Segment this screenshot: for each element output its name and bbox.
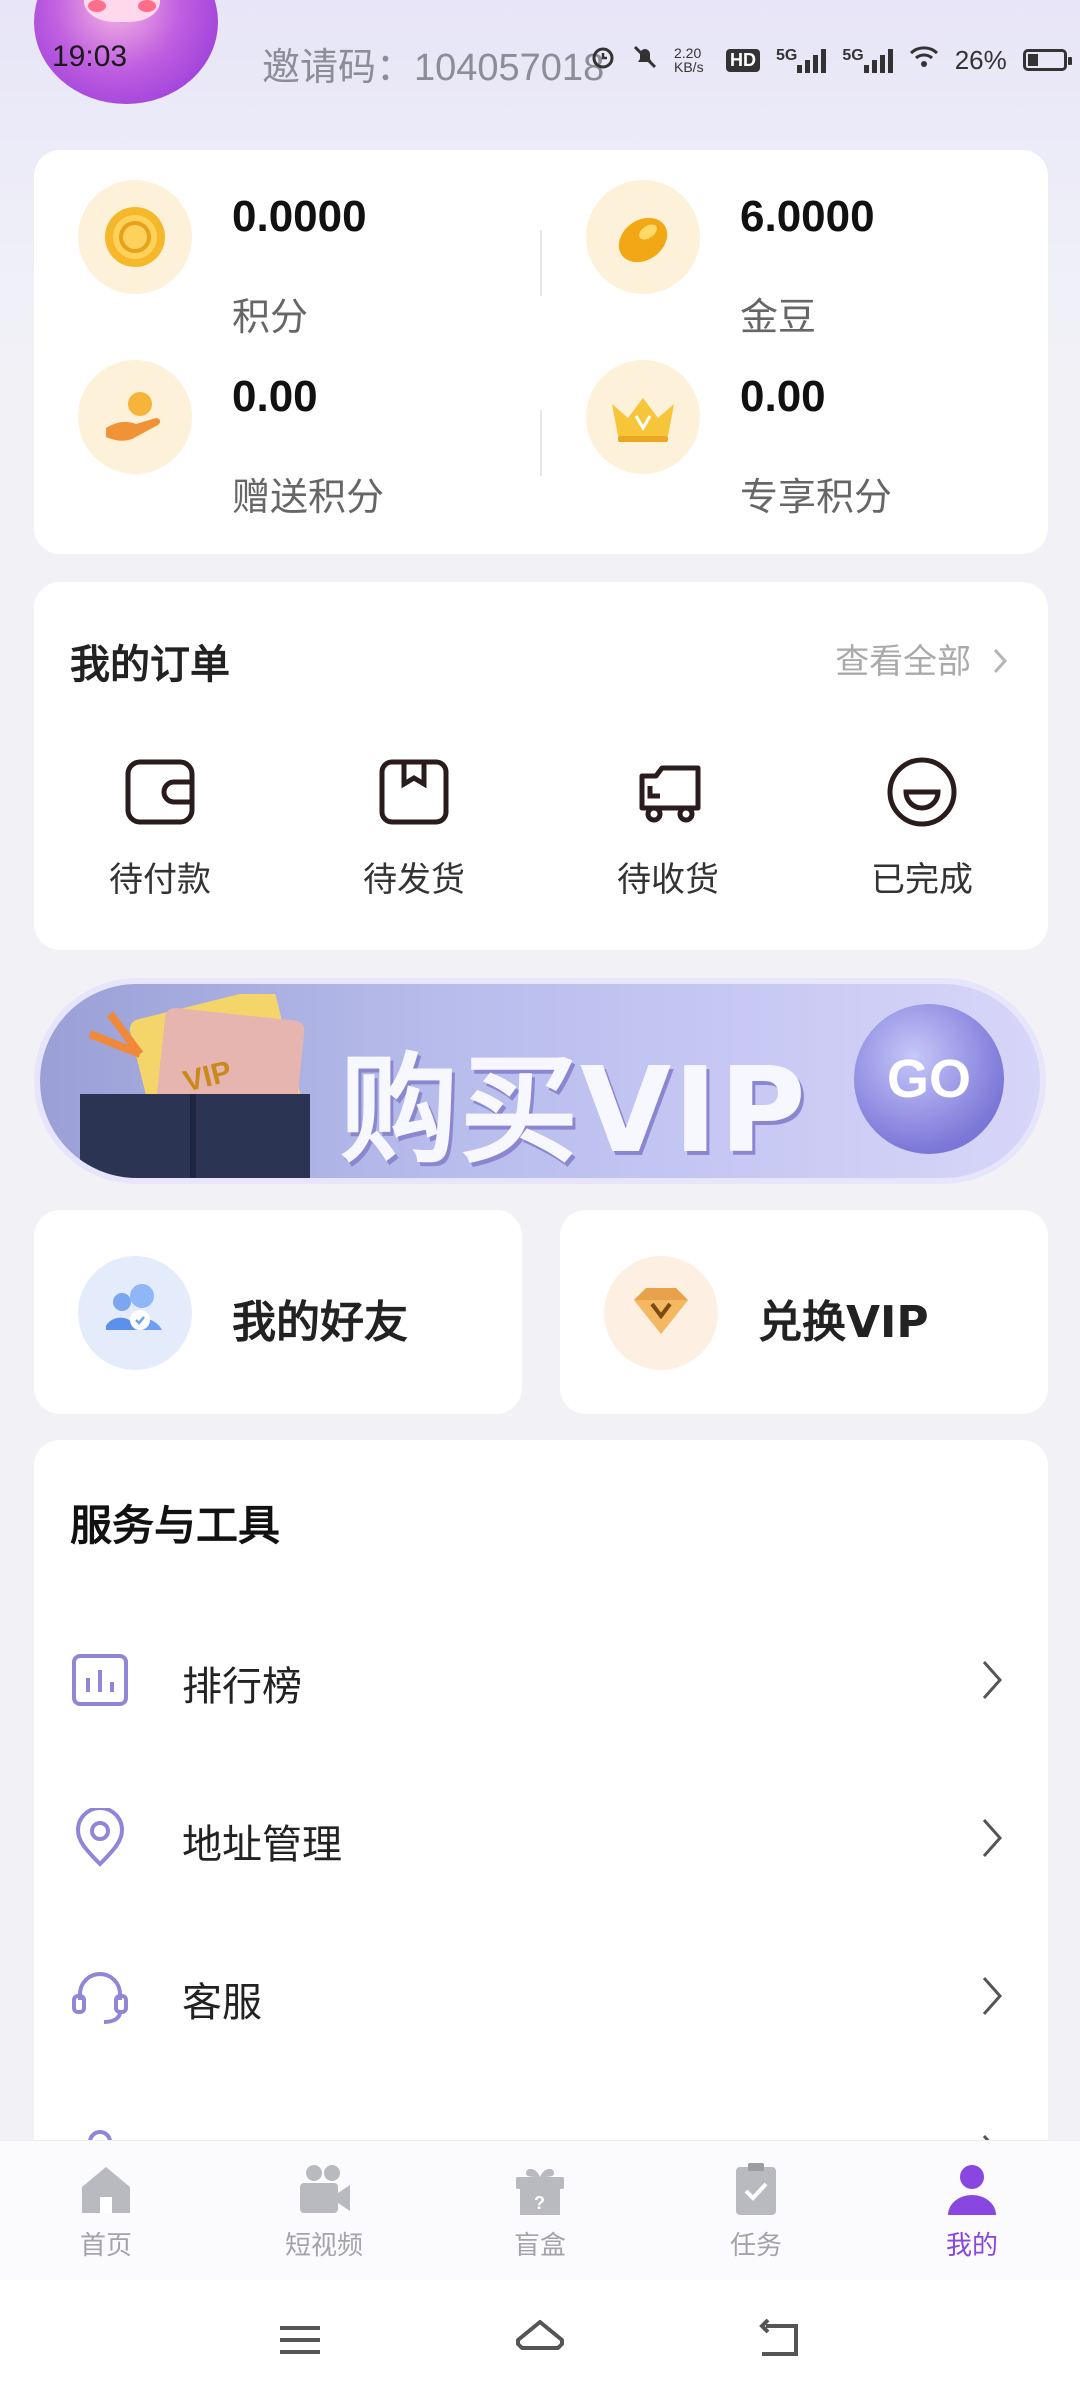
wallet-icon — [120, 752, 200, 832]
signal-icon — [863, 47, 893, 73]
tool-label: 排行榜 — [182, 1664, 302, 1710]
redeem-vip-card[interactable]: 兑换VIP — [560, 1210, 1048, 1414]
headset-icon — [70, 1966, 130, 2026]
tool-label: 地址管理 — [182, 1822, 342, 1868]
gold-bean-item[interactable]: 6.0000 金豆 — [542, 150, 1012, 339]
smile-icon — [882, 752, 962, 832]
mute-icon — [632, 44, 658, 77]
tab-label: 首页 — [79, 2231, 132, 2261]
order-pending-shipment[interactable]: 待发货 — [314, 752, 514, 901]
order-completed[interactable]: 已完成 — [822, 752, 1022, 901]
chevron-right-icon — [980, 1974, 1004, 2018]
back-icon[interactable] — [750, 2310, 810, 2370]
exclusive-points-value: 0.00 — [740, 372, 826, 421]
tab-label: 任务 — [729, 2231, 782, 2261]
vip-box-illustration: VIP — [70, 987, 320, 1178]
network-type-1: 5G — [776, 47, 827, 73]
crown-icon — [586, 360, 700, 474]
chevron-right-icon — [992, 644, 1008, 684]
ranking-icon — [70, 1650, 130, 1710]
exclusive-points-label: 专享积分 — [740, 475, 893, 519]
menu-icon[interactable] — [270, 2310, 330, 2370]
points-card: 0.0000 积分 6.0000 金豆 0.00 赠送积分 0.00 专享积分 — [34, 150, 1048, 554]
exclusive-points-item[interactable]: 0.00 专享积分 — [542, 330, 1012, 519]
truck-icon — [628, 752, 708, 832]
tool-row-address[interactable]: 地址管理 — [34, 1758, 1048, 1916]
avatar-face — [84, 0, 160, 22]
invite-code[interactable]: 邀请码：104057018 — [262, 36, 604, 91]
friends-icon — [78, 1256, 192, 1370]
status-icons: 2.20 KB/s HD 5G 5G 26% — [590, 40, 1072, 80]
tab-label: 短视频 — [284, 2231, 363, 2261]
redeem-vip-label: 兑换VIP — [758, 1297, 929, 1348]
tab-short-video[interactable]: 短视频 — [254, 2159, 394, 2262]
status-time: 19:03 — [52, 40, 128, 73]
avatar-cheek — [88, 0, 106, 12]
my-friends-card[interactable]: 我的好友 — [34, 1210, 522, 1414]
system-nav-bar — [0, 2280, 1080, 2400]
buy-vip-banner[interactable]: VIP 购买VIP GO — [34, 978, 1046, 1184]
tab-tasks[interactable]: 任务 — [686, 2159, 826, 2262]
tools-title: 服务与工具 — [70, 1501, 281, 1550]
wifi-icon — [909, 45, 939, 76]
status-bar: 19:03 邀请码：104057018 2.20 KB/s HD 5G 5G 2… — [0, 0, 1080, 120]
home-icon — [76, 2159, 136, 2219]
user-icon — [942, 2159, 1002, 2219]
tool-row-customer-service[interactable]: 客服 — [34, 1916, 1048, 2074]
chevron-right-icon — [980, 1658, 1004, 1702]
tab-blind-box[interactable]: ? 盲盒 — [470, 2159, 610, 2262]
gift-box-icon: ? — [510, 2159, 570, 2219]
order-pending-receipt[interactable]: 待收货 — [568, 752, 768, 901]
go-button[interactable]: GO — [854, 1004, 1004, 1154]
alarm-icon — [590, 44, 616, 77]
order-label: 待付款 — [109, 860, 211, 900]
network-speed: 2.20 KB/s — [674, 45, 704, 75]
order-label: 待收货 — [617, 860, 719, 900]
order-label: 已完成 — [871, 860, 973, 900]
tool-label: 客服 — [182, 1980, 262, 2026]
order-label: 待发货 — [363, 860, 465, 900]
gold-bean-icon — [586, 180, 700, 294]
tab-label: 盲盒 — [513, 2231, 566, 2261]
tab-mine[interactable]: 我的 — [902, 2159, 1042, 2262]
avatar-cheek — [138, 0, 156, 12]
tab-home[interactable]: 首页 — [36, 2159, 176, 2262]
signal-icon — [797, 47, 827, 73]
location-icon — [70, 1806, 130, 1868]
diamond-icon — [604, 1256, 718, 1370]
svg-text:?: ? — [534, 2193, 545, 2213]
home-outline-icon[interactable] — [510, 2310, 570, 2370]
points-value: 0.0000 — [232, 192, 367, 241]
tool-row-ranking[interactable]: 排行榜 — [34, 1600, 1048, 1758]
see-all-link[interactable]: 查看全部 — [835, 634, 1008, 684]
gift-points-label: 赠送积分 — [232, 475, 385, 519]
gold-bean-value: 6.0000 — [740, 192, 875, 241]
gift-points-value: 0.00 — [232, 372, 318, 421]
clipboard-icon — [726, 2159, 786, 2219]
orders-card: 我的订单 查看全部 待付款 待发货 待收货 已完成 — [34, 582, 1048, 950]
orders-title: 我的订单 — [70, 642, 230, 688]
buy-vip-text: 购买VIP — [340, 1041, 808, 1179]
gold-coin-icon — [78, 180, 192, 294]
package-icon — [374, 752, 454, 832]
see-all-label: 查看全部 — [835, 642, 972, 682]
hand-coin-icon — [78, 360, 192, 474]
network-type-2: 5G — [842, 47, 893, 73]
chevron-right-icon — [980, 1816, 1004, 1860]
battery-text: 26% — [954, 44, 1007, 75]
video-camera-icon — [294, 2159, 354, 2219]
bottom-tab-bar: 首页 短视频 ? 盲盒 任务 我的 — [0, 2140, 1080, 2280]
hd-badge: HD — [726, 48, 760, 72]
battery-icon — [1022, 49, 1072, 71]
my-friends-label: 我的好友 — [232, 1297, 408, 1348]
gift-points-item[interactable]: 0.00 赠送积分 — [34, 330, 504, 519]
tab-label: 我的 — [945, 2231, 998, 2261]
points-item[interactable]: 0.0000 积分 — [34, 150, 504, 339]
order-pending-payment[interactable]: 待付款 — [60, 752, 260, 901]
